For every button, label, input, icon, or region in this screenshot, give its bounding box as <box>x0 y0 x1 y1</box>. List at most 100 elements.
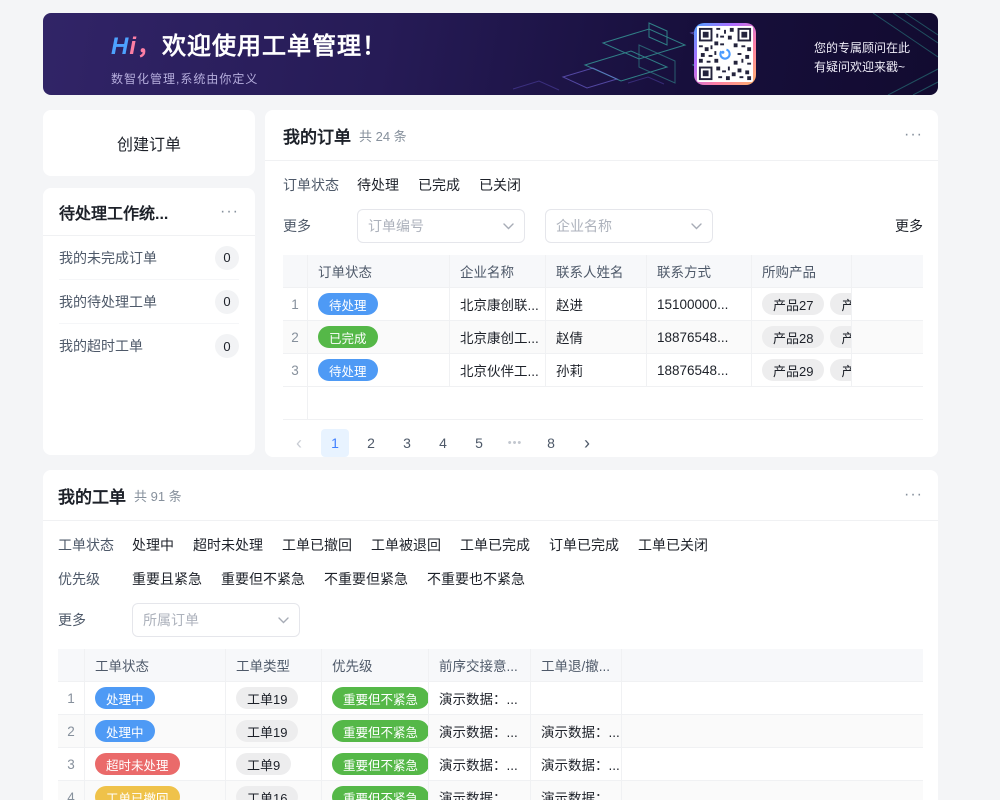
filter-option-not-important-not-urgent[interactable]: 不重要也不紧急 <box>427 569 525 589</box>
chevron-down-icon <box>691 223 702 230</box>
order-row-empty <box>283 387 923 420</box>
page: Hi，欢迎使用工单管理！ 数智化管理,系统由你定义 <box>0 0 1000 800</box>
order-row[interactable]: 1 待处理 北京康创联... 赵进 15100000... 产品27产品 <box>283 288 923 321</box>
filter-option-closed[interactable]: 已关闭 <box>479 175 521 195</box>
filter-option-processing[interactable]: 处理中 <box>132 535 174 555</box>
header-empty <box>622 649 923 681</box>
qr-code-pattern <box>697 26 753 82</box>
header-withdraw: 工单退/撤... <box>531 649 622 681</box>
pager-next-icon[interactable]: › <box>573 429 601 457</box>
order-status-filter-row: 订单状态 待处理 已完成 已关闭 <box>283 175 923 195</box>
my-orders-panel: 我的订单 共 24 条 ··· 订单状态 待处理 已完成 已关闭 更多 订单编号 <box>265 110 938 457</box>
filter-option-important-not-urgent[interactable]: 重要但不紧急 <box>221 569 305 589</box>
withdraw-cell: 演示数据：... <box>531 781 622 800</box>
tickets-more-icon[interactable]: ··· <box>904 487 923 503</box>
ticket-row[interactable]: 2 处理中 工单19 重要但不紧急 演示数据：... 演示数据：... <box>58 715 923 748</box>
contact-cell: 赵倩 <box>546 321 647 353</box>
priority-filter-row: 优先级 重要且紧急 重要但不紧急 不重要但紧急 不重要也不紧急 <box>58 569 923 589</box>
handover-cell: 演示数据：... <box>429 781 531 800</box>
pager-page-8[interactable]: 8 <box>537 429 565 457</box>
create-order-button[interactable]: 创建订单 <box>43 110 255 176</box>
header-empty <box>852 255 923 287</box>
company-name-select[interactable]: 企业名称 <box>545 209 713 243</box>
pager-ellipsis-icon[interactable]: ••• <box>501 429 529 457</box>
ticket-row[interactable]: 3 超时未处理 工单9 重要但不紧急 演示数据：... 演示数据：... <box>58 748 923 781</box>
status-badge: 超时未处理 <box>95 753 180 775</box>
stat-count-badge: 0 <box>215 246 239 270</box>
filter-option-pending[interactable]: 待处理 <box>357 175 399 195</box>
filter-option-not-important-urgent[interactable]: 不重要但紧急 <box>324 569 408 589</box>
empty-cell <box>852 288 923 320</box>
filter-option-ticket-closed[interactable]: 工单已关闭 <box>638 535 708 555</box>
stat-label: 我的待处理工单 <box>59 292 157 312</box>
qr-caption-line1: 您的专属顾问在此 <box>814 39 910 58</box>
company-cell: 北京康创工... <box>450 321 546 353</box>
pager-page-2[interactable]: 2 <box>357 429 385 457</box>
product-tag-clipped: 产品 <box>830 293 852 315</box>
ticket-row[interactable]: 4 工单已撤回 工单16 重要但不紧急 演示数据：... 演示数据：... <box>58 781 923 800</box>
stat-item-pending-tickets[interactable]: 我的待处理工单 0 <box>59 280 239 324</box>
header-order-status: 订单状态 <box>308 255 450 287</box>
header-products: 所购产品 <box>752 255 852 287</box>
status-badge: 工单已撤回 <box>95 786 180 800</box>
stat-item-unfinished-orders[interactable]: 我的未完成订单 0 <box>59 236 239 280</box>
welcome-banner: Hi，欢迎使用工单管理！ 数智化管理,系统由你定义 <box>43 13 938 95</box>
order-number-select[interactable]: 订单编号 <box>357 209 525 243</box>
ticket-type-tag: 工单19 <box>236 687 298 709</box>
chevron-down-icon <box>278 617 289 624</box>
ticket-status-filter-row: 工单状态 处理中 超时未处理 工单已撤回 工单被退回 工单已完成 订单已完成 工… <box>58 535 923 555</box>
phone-cell: 18876548... <box>647 354 752 386</box>
filter-option-order-done[interactable]: 订单已完成 <box>549 535 619 555</box>
pager-prev-icon[interactable]: ‹ <box>285 429 313 457</box>
priority-filter-label: 优先级 <box>58 569 132 589</box>
order-row[interactable]: 2 已完成 北京康创工... 赵倩 18876548... 产品28产品 <box>283 321 923 354</box>
empty-cell <box>622 715 923 747</box>
pager-page-3[interactable]: 3 <box>393 429 421 457</box>
ticket-type-tag: 工单19 <box>236 720 298 742</box>
filter-option-returned[interactable]: 工单被退回 <box>371 535 441 555</box>
empty-cell <box>622 748 923 780</box>
pending-stats-card: 待处理工作统... ··· 我的未完成订单 0 我的待处理工单 0 我的超时工单… <box>43 188 255 455</box>
ticket-status-filter-label: 工单状态 <box>58 535 132 555</box>
empty-cell <box>852 354 923 386</box>
filter-option-withdrawn[interactable]: 工单已撤回 <box>282 535 352 555</box>
stat-count-badge: 0 <box>215 334 239 358</box>
pager-page-1[interactable]: 1 <box>321 429 349 457</box>
handover-cell: 演示数据：... <box>429 748 531 780</box>
company-cell: 北京康创联... <box>450 288 546 320</box>
row-index: 3 <box>283 354 308 386</box>
product-tag-clipped: 产品 <box>830 326 852 348</box>
pager-page-4[interactable]: 4 <box>429 429 457 457</box>
banner-title: Hi，欢迎使用工单管理！ <box>111 26 387 61</box>
filter-option-completed[interactable]: 已完成 <box>418 175 460 195</box>
header-contact: 联系人姓名 <box>546 255 647 287</box>
header-index <box>58 649 85 681</box>
product-tag: 产品27 <box>762 293 824 315</box>
parent-order-select[interactable]: 所属订单 <box>132 603 300 637</box>
product-tag-clipped: 产品 <box>830 359 852 381</box>
product-tag: 产品28 <box>762 326 824 348</box>
pager-page-5[interactable]: 5 <box>465 429 493 457</box>
tickets-count: 共 91 条 <box>134 486 182 505</box>
order-row[interactable]: 3 待处理 北京伙伴工... 孙莉 18876548... 产品29产品 <box>283 354 923 387</box>
order-number-placeholder: 订单编号 <box>368 216 503 236</box>
stats-more-icon[interactable]: ··· <box>220 204 239 220</box>
chevron-down-icon <box>503 223 514 230</box>
order-status-filter-label: 订单状态 <box>283 175 357 195</box>
products-cell: 产品27 产品 <box>752 288 852 320</box>
ticket-type-tag: 工单9 <box>236 753 291 775</box>
row-index: 1 <box>58 682 85 714</box>
company-cell: 北京伙伴工... <box>450 354 546 386</box>
orders-panel-title: 我的订单 <box>283 123 351 148</box>
filter-option-important-urgent[interactable]: 重要且紧急 <box>132 569 202 589</box>
filter-option-overtime[interactable]: 超时未处理 <box>193 535 263 555</box>
status-badge: 已完成 <box>318 326 378 348</box>
filter-option-ticket-done[interactable]: 工单已完成 <box>460 535 530 555</box>
header-ticket-type: 工单类型 <box>226 649 322 681</box>
orders-more-icon[interactable]: ··· <box>904 127 923 143</box>
ticket-row[interactable]: 1 处理中 工单19 重要但不紧急 演示数据：... <box>58 682 923 715</box>
contact-cell: 孙莉 <box>546 354 647 386</box>
stat-item-overtime-tickets[interactable]: 我的超时工单 0 <box>59 324 239 368</box>
row-index: 2 <box>58 715 85 747</box>
orders-more-right-link[interactable]: 更多 <box>895 216 923 236</box>
